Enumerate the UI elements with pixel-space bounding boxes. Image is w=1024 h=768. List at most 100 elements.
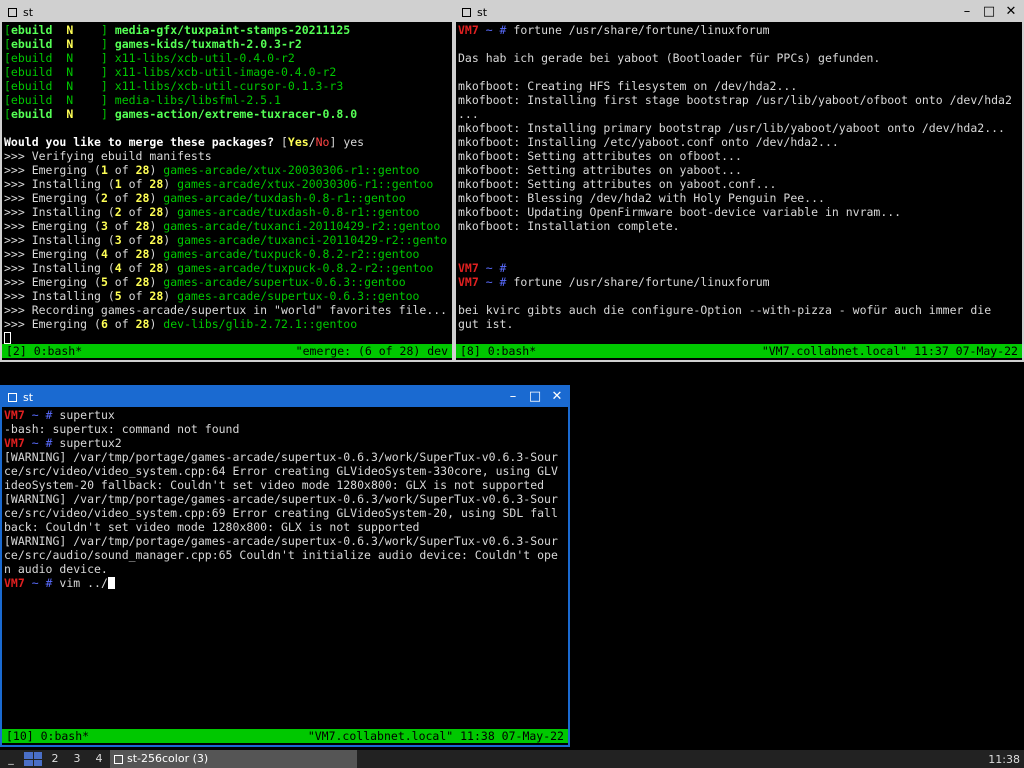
status-right: "VM7.collabnet.local" 11:38 07-May-22 [307, 729, 564, 743]
terminal-line: mkofboot: Blessing /dev/hda2 with Holy P… [458, 191, 825, 205]
terminal-line: >>> Emerging (3 of 28) games-arcade/tuxa… [4, 219, 441, 233]
terminal-line: [ebuild N ] games-kids/tuxmath-2.0.3-r2 [4, 37, 302, 51]
terminal-line: VM7 ~ # [458, 261, 514, 275]
terminal-line: >>> Emerging (6 of 28) dev-libs/glib-2.7… [4, 317, 358, 331]
terminal-line: VM7 ~ # supertux2 [4, 436, 122, 450]
terminal-line: >>> Installing (2 of 28) games-arcade/tu… [4, 205, 420, 219]
terminal-window-emerge[interactable]: st [ebuild N ] media-gfx/tuxpaint-stamps… [0, 0, 454, 362]
workspace-1-button[interactable] [22, 750, 44, 768]
terminal-line: gut ist. [458, 317, 514, 331]
terminal-line: [ebuild N ] x11-libs/xcb-util-cursor-0.1… [4, 79, 344, 93]
terminal-line: >>> Installing (3 of 28) games-arcade/tu… [4, 233, 448, 247]
terminal-line: VM7 ~ # fortune /usr/share/fortune/linux… [458, 275, 770, 289]
terminal-line: >>> Emerging (2 of 28) games-arcade/tuxd… [4, 191, 406, 205]
terminal-cursor [107, 577, 115, 589]
terminal-line: mkofboot: Setting attributes on yaboot..… [458, 163, 742, 177]
titlebar[interactable]: st – □ ✕ [2, 387, 568, 407]
terminal-line: [ebuild N ] media-libs/libsfml-2.5.1 [4, 93, 281, 107]
terminal-line: >>> Recording games-arcade/supertux in "… [4, 303, 448, 317]
terminal-line: >>> Emerging (1 of 28) games-arcade/xtux… [4, 163, 420, 177]
titlebar[interactable]: st – □ ✕ [456, 2, 1022, 22]
window-icon [8, 392, 17, 402]
close-icon[interactable]: ✕ [546, 387, 568, 407]
window-title: st [23, 5, 34, 19]
terminal-line: [WARNING] /var/tmp/portage/games-arcade/… [4, 450, 558, 464]
terminal-line: mkofboot: Creating HFS filesystem on /de… [458, 79, 798, 93]
terminal-line: [ebuild N ] x11-libs/xcb-util-0.4.0-r2 [4, 51, 295, 65]
workspace-4-button[interactable]: 4 [88, 750, 110, 768]
taskbar: _ 2 3 4 st-256color (3) 11:38 [0, 750, 1024, 768]
status-right: "emerge: (6 of 28) dev [295, 344, 448, 358]
terminal-line: ideoSystem-20 fallback: Couldn't set vid… [4, 478, 545, 492]
terminal-line: ce/src/video/video_system.cpp:69 Error c… [4, 506, 558, 520]
titlebar[interactable]: st [2, 2, 452, 22]
terminal-line: ce/src/audio/sound_manager.cpp:65 Couldn… [4, 548, 558, 562]
maximize-icon[interactable]: □ [524, 387, 546, 407]
terminal-line: >>> Verifying ebuild manifests [4, 149, 212, 163]
launcher-button[interactable]: _ [0, 750, 22, 768]
status-left: [8] 0:bash* [460, 344, 537, 358]
terminal-line: [WARNING] /var/tmp/portage/games-arcade/… [4, 492, 558, 506]
terminal-line: VM7 ~ # supertux [4, 408, 115, 422]
workspace-3-button[interactable]: 3 [66, 750, 88, 768]
terminal-line: Das hab ich gerade bei yaboot (Bootloade… [458, 51, 881, 65]
minimize-icon[interactable]: – [956, 2, 978, 22]
terminal-line: mkofboot: Installing first stage bootstr… [458, 93, 1012, 107]
terminal-line: [ebuild N ] games-action/extreme-tuxrace… [4, 107, 358, 121]
window-title: st [23, 390, 34, 404]
terminal-line: [WARNING] /var/tmp/portage/games-arcade/… [4, 534, 558, 548]
task-label: st-256color (3) [127, 752, 209, 765]
terminal-window-supertux[interactable]: st – □ ✕ VM7 ~ # supertux -bash: supertux… [0, 385, 570, 747]
minimize-icon[interactable]: – [502, 387, 524, 407]
terminal-output[interactable]: VM7 ~ # supertux -bash: supertux: command… [2, 407, 568, 590]
tmux-status-bar: [10] 0:bash* "VM7.collabnet.local" 11:38… [2, 729, 568, 743]
terminal-line: >>> Installing (1 of 28) games-arcade/xt… [4, 177, 434, 191]
terminal-output[interactable]: VM7 ~ # fortune /usr/share/fortune/linux… [456, 22, 1022, 359]
terminal-line: >>> Installing (4 of 28) games-arcade/tu… [4, 261, 434, 275]
terminal-line: >>> Emerging (4 of 28) games-arcade/tuxp… [4, 247, 420, 261]
status-left: [2] 0:bash* [6, 344, 83, 358]
terminal-line: mkofboot: Setting attributes on yaboot.c… [458, 177, 777, 191]
window-icon [8, 7, 17, 17]
terminal-line: n audio device. [4, 562, 108, 576]
close-icon[interactable]: ✕ [1000, 2, 1022, 22]
terminal-prompt-line [4, 331, 450, 345]
window-title: st [477, 5, 488, 19]
terminal-line: mkofboot: Installing primary bootstrap /… [458, 121, 1005, 135]
clock: 11:38 [988, 752, 1020, 766]
status-right: "VM7.collabnet.local" 11:37 07-May-22 [761, 344, 1018, 358]
terminal-line: ... [458, 107, 479, 121]
terminal-line: mkofboot: Installing /etc/yaboot.conf on… [458, 135, 839, 149]
tmux-status-bar: [8] 0:bash* "VM7.collabnet.local" 11:37 … [456, 344, 1022, 358]
terminal-line: -bash: supertux: command not found [4, 422, 240, 436]
status-left: [10] 0:bash* [6, 729, 90, 743]
terminal-prompt-line: VM7 ~ # vim ../ [4, 576, 566, 590]
terminal-line: ce/src/video/video_system.cpp:64 Error c… [4, 464, 558, 478]
terminal-line: back: Couldn't set video mode 1280x800: … [4, 520, 420, 534]
window-icon [462, 7, 471, 17]
workspace-2-button[interactable]: 2 [44, 750, 66, 768]
terminal-line: mkofboot: Installation complete. [458, 219, 680, 233]
terminal-line: bei kvirc gibts auch die configure-Optio… [458, 303, 992, 317]
terminal-line: VM7 ~ # fortune /usr/share/fortune/linux… [458, 23, 770, 37]
terminal-line: mkofboot: Updating OpenFirmware boot-dev… [458, 205, 902, 219]
terminal-line: >>> Emerging (5 of 28) games-arcade/supe… [4, 275, 406, 289]
terminal-cursor [4, 332, 11, 344]
task-button-st[interactable]: st-256color (3) [110, 750, 357, 768]
terminal-output[interactable]: [ebuild N ] media-gfx/tuxpaint-stamps-20… [2, 22, 452, 345]
terminal-window-fortune[interactable]: st – □ ✕ VM7 ~ # fortune /usr/share/fort… [454, 0, 1024, 362]
terminal-line: [ebuild N ] media-gfx/tuxpaint-stamps-20… [4, 23, 351, 37]
terminal-line: mkofboot: Setting attributes on ofboot..… [458, 149, 742, 163]
window-icon [114, 754, 123, 764]
terminal-line: >>> Installing (5 of 28) games-arcade/su… [4, 289, 420, 303]
terminal-line: [ebuild N ] x11-libs/xcb-util-image-0.4.… [4, 65, 337, 79]
maximize-icon[interactable]: □ [978, 2, 1000, 22]
tmux-status-bar: [2] 0:bash* "emerge: (6 of 28) dev [2, 344, 452, 358]
